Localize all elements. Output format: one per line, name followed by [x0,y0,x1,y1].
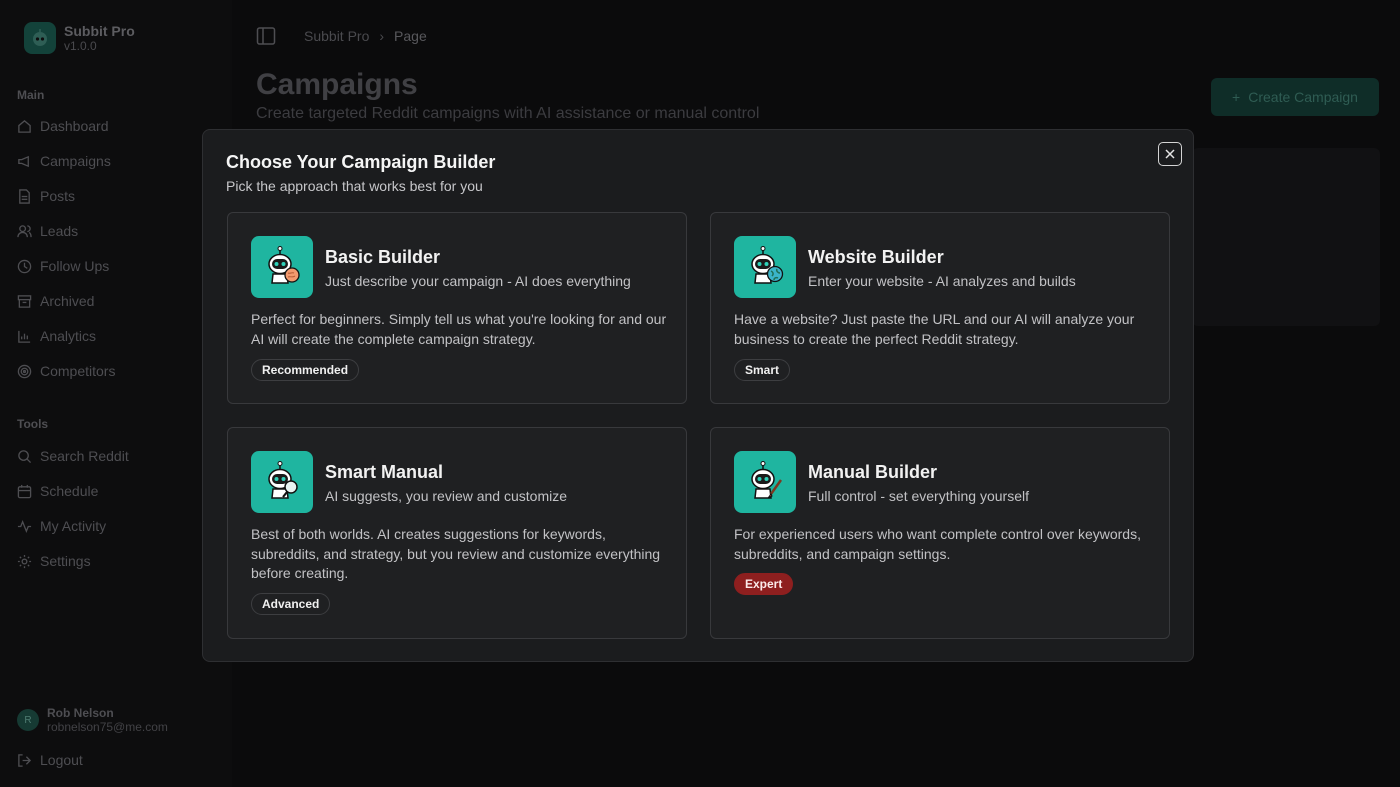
logout-button[interactable]: Logout [17,752,83,768]
card-description: Best of both worlds. AI creates suggesti… [251,526,661,581]
sidebar-item-label: Leads [40,223,79,239]
home-icon [18,119,31,133]
card-title: Basic Builder [325,247,441,267]
card-title: Manual Builder [808,462,938,482]
website-builder-card[interactable]: Website Builder Enter your website - AI … [710,212,1170,404]
target-icon [17,364,32,378]
sidebar-item-posts[interactable]: Posts [17,186,75,206]
clock-icon [17,259,32,273]
sidebar-item-settings[interactable]: Settings [17,551,91,571]
sidebar-item-follow-ups[interactable]: Follow Ups [17,256,109,276]
logout-icon [18,753,32,767]
sidebar-item-leads[interactable]: Leads [17,221,78,241]
campaign-builder-modal: Choose Your Campaign Builder Pick the ap… [202,129,1194,662]
sidebar-item-search-reddit[interactable]: Search Reddit [17,446,129,466]
card-tagline: Just describe your campaign - AI does ev… [325,273,631,289]
sidebar-item-campaigns[interactable]: Campaigns [17,151,111,171]
card-description: Perfect for beginners. Simply tell us wh… [251,311,667,347]
create-campaign-label: Create Campaign [1248,89,1358,105]
sidebar-item-label: Competitors [40,363,116,379]
card-title: Website Builder [808,247,944,267]
avatar: R [17,709,39,731]
card-tagline: AI suggests, you review and customize [325,488,568,504]
robot-brain-icon [251,236,313,298]
nav-section-main: Main [17,88,45,102]
page-title: Campaigns [256,68,418,101]
app-version: v1.0.0 [64,39,97,53]
sidebar-item-schedule[interactable]: Schedule [17,481,98,501]
archive-icon [17,294,32,308]
plus-icon: + [1232,89,1241,105]
sidebar-item-label: My Activity [40,518,107,534]
card-title: Smart Manual [325,462,444,482]
sidebar-item-label: Search Reddit [40,448,129,464]
megaphone-icon [18,155,29,167]
advanced-badge: Advanced [251,593,331,615]
manual-builder-card[interactable]: Manual Builder Full control - set everyt… [710,427,1170,639]
sidebar-item-label: Dashboard [40,118,109,134]
user-name: Rob Nelson [47,706,114,720]
sidebar-item-dashboard[interactable]: Dashboard [17,116,109,136]
card-description: For experienced users who want complete … [734,526,1141,562]
robot-globe-icon [734,236,796,298]
user-email: robnelson75@me.com [47,720,168,734]
sidebar-toggle-icon[interactable] [256,26,276,46]
breadcrumb: Subbit Pro › Page [304,28,427,44]
logout-label: Logout [40,752,83,768]
modal-title: Choose Your Campaign Builder [226,152,496,172]
chevron-right-icon: › [379,28,385,44]
sidebar-item-label: Campaigns [40,153,111,169]
card-description: Have a website? Just paste the URL and o… [734,311,1135,347]
robot-magnifier-icon [251,451,313,513]
sidebar-item-label: Schedule [40,483,99,499]
sidebar-item-competitors[interactable]: Competitors [17,361,115,381]
search-icon [18,449,32,463]
expert-badge: Expert [734,573,794,595]
modal-subtitle: Pick the approach that works best for yo… [226,178,483,194]
brand[interactable]: Subbit Pro v1.0.0 [24,22,135,54]
sidebar: Subbit Pro v1.0.0 Main Dashboard Campaig… [0,0,232,787]
close-button[interactable] [1158,142,1182,166]
users-icon [17,224,32,237]
sidebar-item-my-activity[interactable]: My Activity [17,516,106,536]
sidebar-item-archived[interactable]: Archived [17,291,94,311]
sidebar-item-analytics[interactable]: Analytics [17,326,96,346]
page-subtitle: Create targeted Reddit campaigns with AI… [256,105,760,122]
sidebar-item-label: Follow Ups [40,258,110,274]
document-icon [19,188,30,204]
user-profile[interactable]: R Rob Nelson robnelson75@me.com [17,706,168,734]
gear-icon [17,554,32,568]
basic-builder-card[interactable]: Basic Builder Just describe your campaig… [227,212,687,404]
breadcrumb-current: Page [394,28,427,44]
robot-brush-icon [734,451,796,513]
recommended-badge: Recommended [251,359,360,381]
robot-logo-icon [24,22,56,54]
sidebar-item-label: Posts [40,188,76,204]
create-campaign-button[interactable]: + Create Campaign [1211,78,1379,116]
app-name: Subbit Pro [64,23,135,39]
breadcrumb-root[interactable]: Subbit Pro [304,28,369,44]
sidebar-item-label: Settings [40,553,91,569]
smart-badge: Smart [734,359,791,381]
card-tagline: Full control - set everything yourself [808,488,1029,504]
bar-chart-icon [18,330,31,343]
card-tagline: Enter your website - AI analyzes and bui… [808,273,1076,289]
calendar-icon [17,484,32,498]
close-icon [1165,149,1175,159]
background-card [1192,148,1380,326]
sidebar-item-label: Archived [40,293,95,309]
sidebar-item-label: Analytics [40,328,97,344]
activity-icon [17,519,32,533]
nav-section-tools: Tools [17,417,49,431]
smart-manual-card[interactable]: Smart Manual AI suggests, you review and… [227,427,687,639]
